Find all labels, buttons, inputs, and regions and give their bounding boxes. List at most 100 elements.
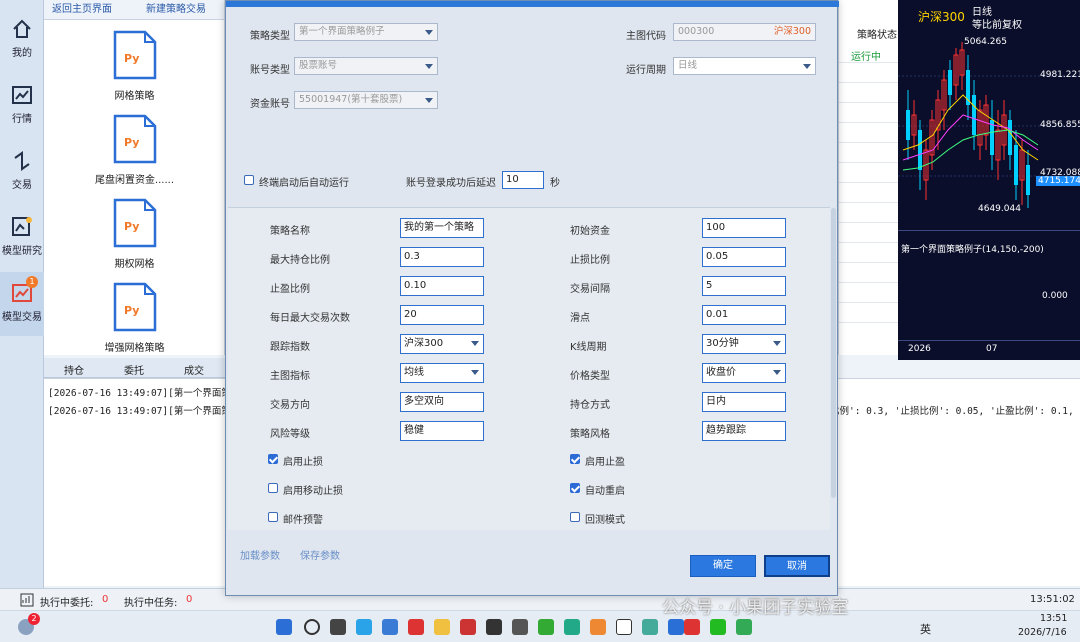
index-select[interactable]: 沪深300 [400, 334, 484, 354]
status-time: 13:51:02 [1030, 594, 1075, 605]
strategy-type-select[interactable]: 第一个界面策略例子 [294, 23, 438, 41]
delay-input[interactable]: 10 [502, 171, 544, 189]
chart-icon [12, 86, 32, 104]
select-value: 股票账号 [299, 60, 338, 71]
sidebar-item-market[interactable]: 行情 [0, 74, 44, 138]
chevron-down-icon [471, 370, 479, 375]
tab-positions[interactable]: 持仓 [64, 362, 84, 377]
main-indicator-select[interactable]: 均线 [400, 363, 484, 383]
save-params-link[interactable]: 保存参数 [300, 547, 340, 562]
trailing-stop-checkbox[interactable] [268, 483, 278, 493]
chevron-down-icon [425, 98, 433, 103]
pending-orders-count: 0 [102, 594, 109, 605]
sidebar-item-trade[interactable]: 交易 [0, 140, 44, 204]
folder-icon[interactable] [434, 619, 450, 635]
max-trades-input[interactable]: 20 [400, 305, 484, 325]
dialog-scrollbar[interactable] [831, 208, 836, 498]
app-icon[interactable] [564, 619, 580, 635]
email-alert-checkbox[interactable] [268, 512, 278, 522]
take-profit-input[interactable]: 0.10 [400, 276, 484, 296]
dialog-title-bar[interactable] [226, 1, 839, 7]
start-icon[interactable] [276, 619, 292, 635]
backtest-checkbox[interactable] [570, 512, 580, 522]
param-label: 最大持仓比例 [270, 255, 330, 266]
new-strategy-link[interactable]: 新建策略交易 [146, 0, 206, 20]
app-icon[interactable] [590, 619, 606, 635]
risk-input[interactable]: 稳健 [400, 421, 484, 441]
auto-restart-checkbox[interactable] [570, 483, 580, 493]
max-position-input[interactable]: 0.3 [400, 247, 484, 267]
strategy-card[interactable]: Py 期权网格 [44, 198, 225, 270]
log-line: [2026-07-16 13:49:07][第一个界面策略 [48, 388, 241, 399]
app-icon[interactable] [538, 619, 554, 635]
param-label: 每日最大交易次数 [270, 313, 350, 324]
main-code-field[interactable]: 000300 沪深300 [673, 23, 816, 41]
param-label: 滑点 [570, 313, 590, 324]
bottom-tabs: 持仓 委托 成交 [44, 358, 225, 378]
kline-chart-panel[interactable]: 沪深300 日线 等比前复权 5064.265 4649.044 4981.22… [898, 0, 1080, 360]
tab-trades[interactable]: 成交 [184, 362, 204, 377]
clock-time[interactable]: 13:51 [1040, 613, 1067, 624]
strategy-card[interactable]: Py 网格策略 [44, 30, 225, 102]
enable-take-profit-checkbox[interactable] [570, 454, 580, 464]
hold-mode-input[interactable]: 日内 [702, 392, 786, 412]
status-header: 策略状态 [857, 30, 897, 41]
param-label: 交易间隔 [570, 284, 610, 295]
kline-period-select[interactable]: 30分钟 [702, 334, 786, 354]
strategy-list-panel: 返回主页界面 新建策略交易 Py 网格策略 Py 尾盘闲置资金...... Py… [44, 0, 225, 355]
clock-date[interactable]: 2026/7/16 [1018, 627, 1067, 638]
account-type-label: 账号类型 [250, 65, 290, 76]
search-icon[interactable] [304, 619, 320, 635]
initial-capital-input[interactable]: 100 [702, 218, 786, 238]
chevron-down-icon [425, 64, 433, 69]
strategy-card[interactable]: Py 增强网格策略 [44, 282, 225, 354]
list-toolbar: 返回主页界面 新建策略交易 [44, 0, 224, 20]
price-type-select[interactable]: 收盘价 [702, 363, 786, 383]
strategy-settings-dialog: 策略类型 第一个界面策略例子 账号类型 股票账号 资金账号 55001947(第… [225, 0, 839, 596]
cancel-button[interactable]: 取消 [764, 555, 830, 577]
y-tick: 4981.221 [1040, 70, 1080, 80]
load-params-link[interactable]: 加载参数 [240, 547, 280, 562]
last-price-tag: 4715.174 [1036, 176, 1080, 186]
tab-orders[interactable]: 委托 [124, 362, 144, 377]
sidebar-item-model-trade[interactable]: 1 模型交易 [0, 272, 44, 336]
app-icon[interactable] [512, 619, 528, 635]
browser-icon[interactable] [356, 619, 372, 635]
app-icon[interactable] [642, 619, 658, 635]
wechat-icon[interactable] [710, 619, 726, 635]
home-icon [13, 19, 31, 38]
mail-icon[interactable] [382, 619, 398, 635]
ime-indicator[interactable]: 英 [920, 621, 931, 637]
app-icon[interactable] [460, 619, 476, 635]
param-label: 初始资金 [570, 226, 610, 237]
app-icon[interactable] [486, 619, 502, 635]
strategy-name-input[interactable]: 我的第一个策略 [400, 218, 484, 238]
slippage-input[interactable]: 0.01 [702, 305, 786, 325]
x-tick: 07 [986, 344, 998, 354]
strategy-card[interactable]: Py 尾盘闲置资金...... [44, 114, 225, 186]
sidebar-item-research[interactable]: 模型研究 [0, 206, 44, 270]
vscode-icon[interactable] [668, 619, 684, 635]
checkbox-label: 邮件预警 [283, 515, 323, 526]
sub-indicator-title: 第一个界面策略例子(14,150,-200) [901, 245, 1044, 255]
direction-input[interactable]: 多空双向 [400, 392, 484, 412]
fund-account-select[interactable]: 55001947(第十套股票) [294, 91, 438, 109]
panda-icon[interactable] [616, 619, 632, 635]
back-home-link[interactable]: 返回主页界面 [52, 0, 112, 20]
app-icon[interactable] [684, 619, 700, 635]
autorun-checkbox[interactable] [244, 175, 254, 185]
app-icon[interactable] [736, 619, 752, 635]
period-select[interactable]: 日线 [673, 57, 816, 75]
account-type-select[interactable]: 股票账号 [294, 57, 438, 75]
wps-icon[interactable] [408, 619, 424, 635]
style-input[interactable]: 趋势跟踪 [702, 421, 786, 441]
sidebar-item-mine[interactable]: 我的 [0, 8, 44, 72]
interval-input[interactable]: 5 [702, 276, 786, 296]
confirm-button[interactable]: 确定 [690, 555, 756, 577]
enable-stop-loss-checkbox[interactable] [268, 454, 278, 464]
watermark: 公众号 · 小果团子实验室 [662, 598, 849, 618]
stop-loss-input[interactable]: 0.05 [702, 247, 786, 267]
task-view-icon[interactable] [330, 619, 346, 635]
param-label: 持仓方式 [570, 400, 610, 411]
left-sidebar: 我的 行情 交易 模型研究 1 模型交易 [0, 0, 44, 590]
